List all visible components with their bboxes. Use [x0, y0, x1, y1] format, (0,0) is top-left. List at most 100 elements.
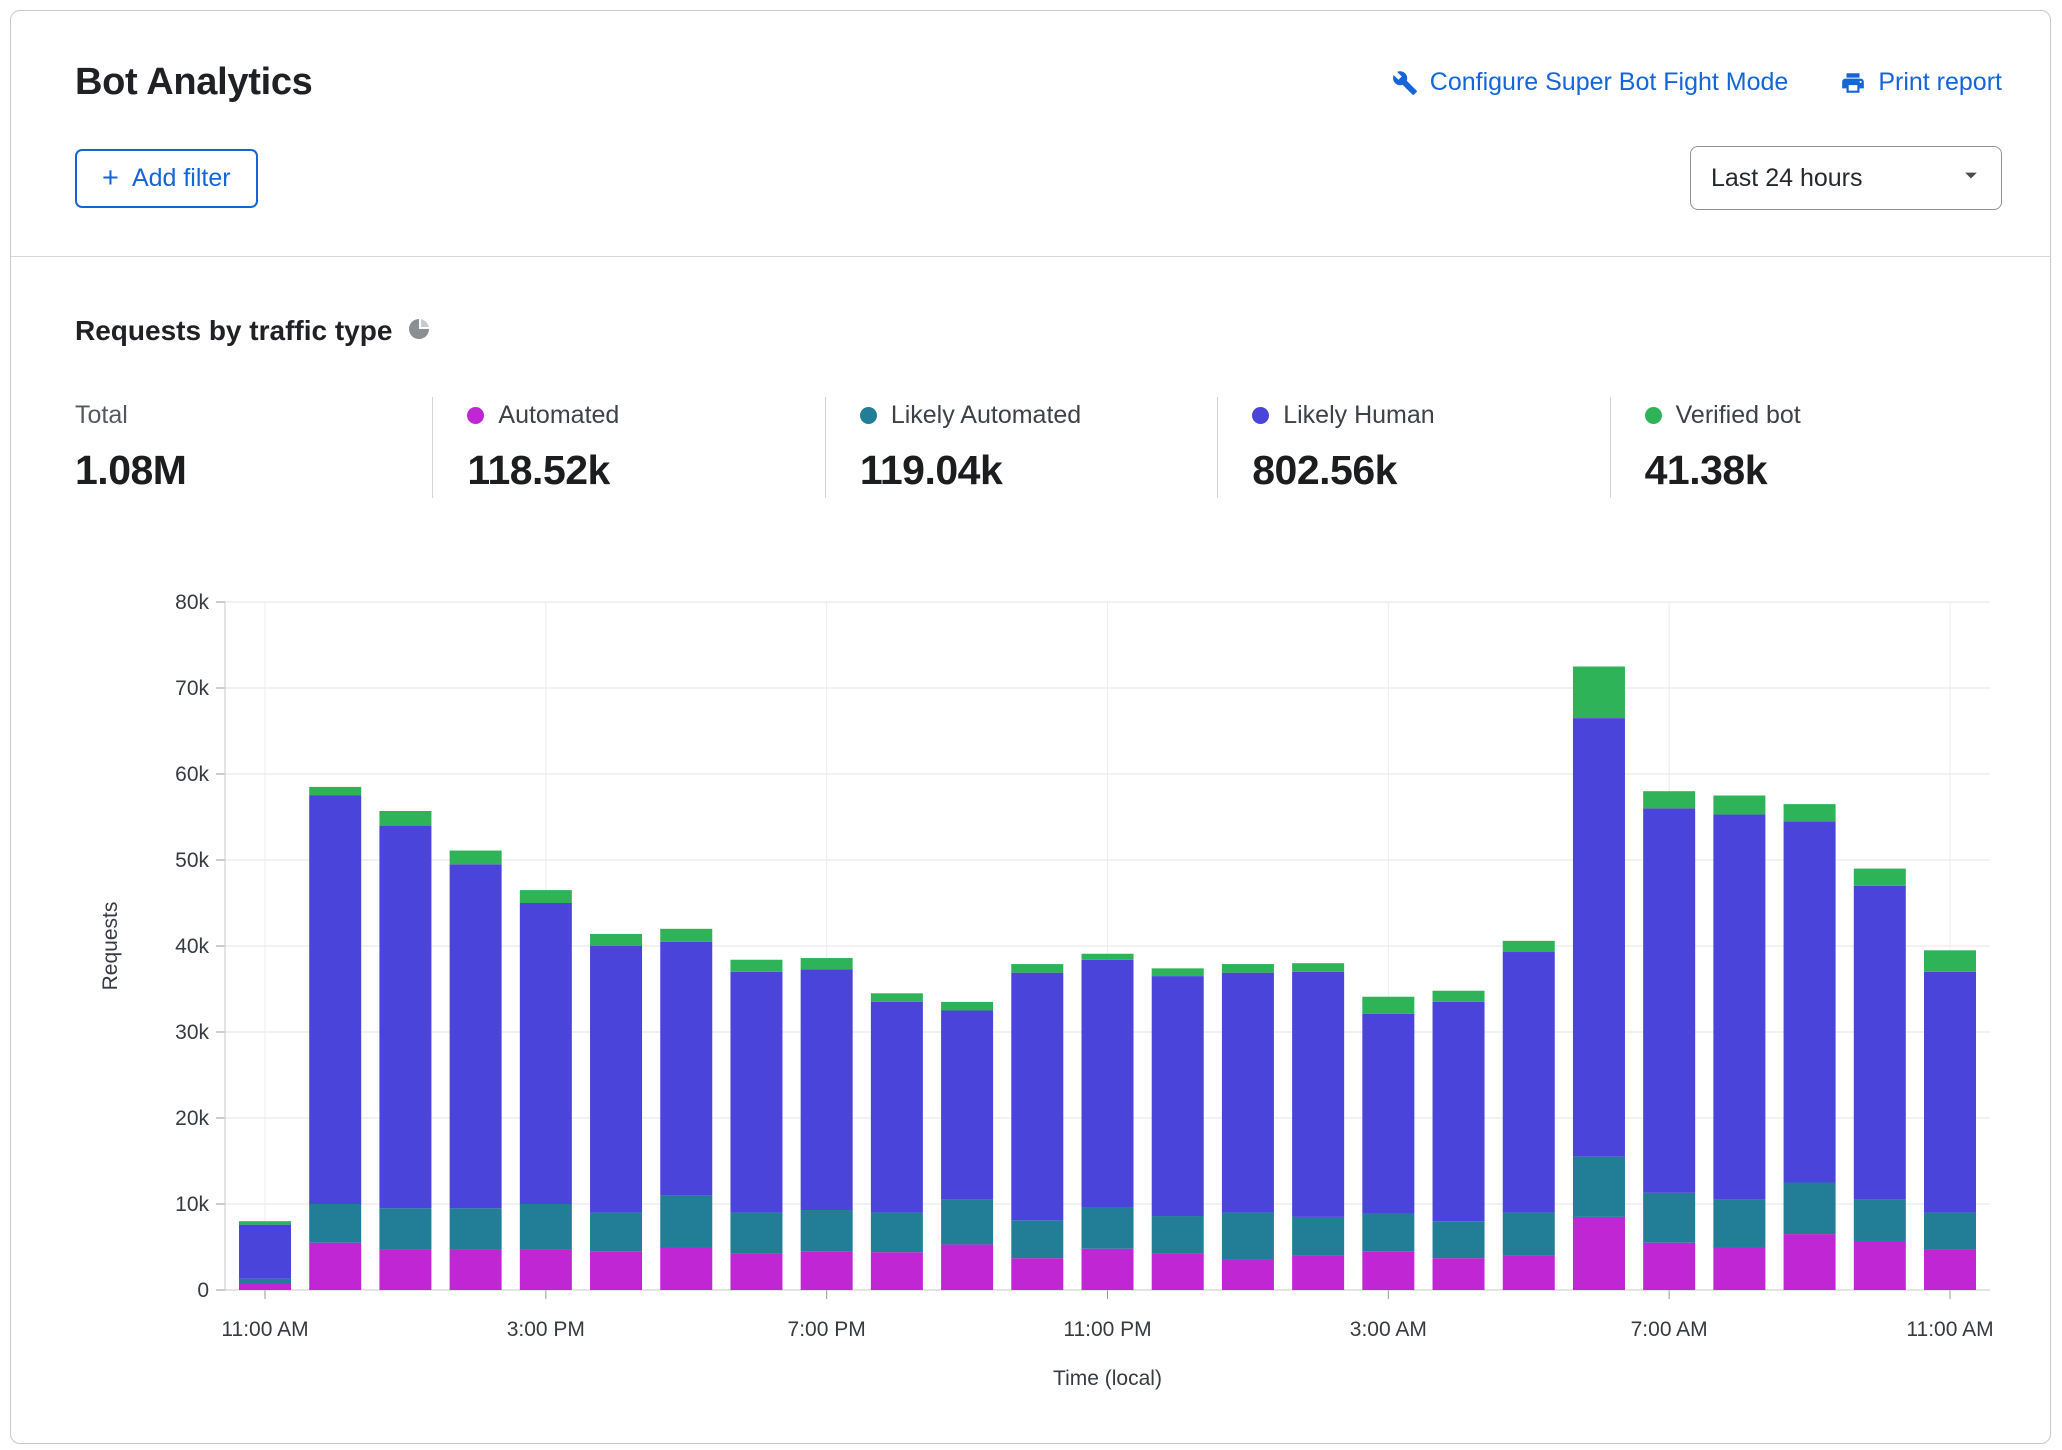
bar-segment [1573, 718, 1625, 1157]
bar-segment [590, 946, 642, 1213]
print-report-link[interactable]: Print report [1840, 68, 2002, 97]
bar-segment [730, 1213, 782, 1254]
bar-segment [1503, 1213, 1555, 1256]
page-title: Bot Analytics [75, 61, 313, 104]
bar-segment [1643, 791, 1695, 808]
bar-segment [450, 1250, 502, 1290]
automated-legend-dot [467, 407, 484, 424]
bar-segment [871, 1213, 923, 1253]
wrench-icon [1392, 70, 1418, 96]
bar-segment [941, 1011, 993, 1200]
stat-verified-bot-label: Verified bot [1676, 401, 1801, 430]
bar-segment [1784, 804, 1836, 821]
bar-segment [730, 960, 782, 972]
svg-text:10k: 10k [175, 1193, 209, 1216]
svg-text:11:00 AM: 11:00 AM [1906, 1318, 1993, 1341]
panel-header: Bot Analytics Configure Super Bot Fight … [11, 11, 2050, 257]
bar-segment [1362, 997, 1414, 1014]
bar-segment [1643, 1193, 1695, 1243]
bar-segment [1222, 964, 1274, 973]
stat-automated[interactable]: Automated 118.52k [432, 397, 824, 498]
bar-segment [1082, 1207, 1134, 1248]
add-filter-button[interactable]: + Add filter [75, 149, 258, 208]
bar-segment [1152, 976, 1204, 1216]
bar-segment [660, 929, 712, 942]
stat-automated-label: Automated [498, 401, 619, 430]
pie-chart-icon [407, 317, 431, 346]
svg-text:80k: 80k [175, 591, 209, 614]
bar-segment [1854, 869, 1906, 886]
bar-segment [1152, 1254, 1204, 1290]
stat-automated-value: 118.52k [467, 447, 824, 494]
svg-text:3:00 PM: 3:00 PM [507, 1318, 585, 1341]
stat-total-label: Total [75, 401, 432, 430]
bar-segment [1433, 1258, 1485, 1290]
configure-link-label: Configure Super Bot Fight Mode [1430, 68, 1789, 97]
bar-segment [1362, 1251, 1414, 1290]
svg-text:40k: 40k [175, 935, 209, 958]
bar-segment [871, 993, 923, 1002]
bar-segment [660, 1195, 712, 1247]
bar-segment [1924, 950, 1976, 972]
add-filter-label: Add filter [132, 164, 231, 193]
traffic-type-stats: Total 1.08M Automated 118.52k Likely Aut… [75, 397, 2002, 498]
bar-segment [239, 1221, 291, 1224]
traffic-chart: 010k20k30k40k50k60k70k80k11:00 AM3:00 PM… [75, 562, 2005, 1392]
plus-icon: + [102, 164, 119, 193]
svg-text:3:00 AM: 3:00 AM [1350, 1318, 1427, 1341]
bar-segment [309, 1243, 361, 1290]
bar-segment [1011, 1258, 1063, 1290]
stat-likely-human-value: 802.56k [1252, 447, 1609, 494]
verified-bot-legend-dot [1645, 407, 1662, 424]
svg-text:11:00 PM: 11:00 PM [1063, 1318, 1151, 1341]
bot-analytics-panel: Bot Analytics Configure Super Bot Fight … [10, 10, 2051, 1444]
bar-segment [1222, 973, 1274, 1213]
bar-segment [871, 1252, 923, 1290]
svg-text:70k: 70k [175, 677, 209, 700]
bar-segment [660, 1247, 712, 1290]
time-range-select[interactable]: Last 24 hours [1690, 146, 2002, 210]
bar-segment [1924, 1250, 1976, 1290]
stat-likely-automated-value: 119.04k [860, 447, 1217, 494]
bar-segment [520, 1204, 572, 1250]
bar-segment [239, 1279, 291, 1284]
bar-segment [1573, 667, 1625, 719]
bar-segment [1503, 941, 1555, 952]
bar-segment [801, 969, 853, 1210]
stat-likely-automated-label: Likely Automated [891, 401, 1081, 430]
bar-segment [801, 958, 853, 969]
bar-segment [1924, 1213, 1976, 1250]
bar-segment [1152, 1216, 1204, 1254]
bar-segment [590, 1251, 642, 1290]
panel-body: Requests by traffic type Total 1.08M Aut… [11, 257, 2050, 1397]
bar-segment [1854, 1200, 1906, 1241]
bar-segment [941, 1244, 993, 1290]
print-report-label: Print report [1878, 68, 2002, 97]
bar-segment [1713, 814, 1765, 1199]
bar-segment [1222, 1213, 1274, 1259]
bar-segment [520, 903, 572, 1204]
bar-segment [1713, 796, 1765, 815]
bar-segment [1784, 1234, 1836, 1290]
likely-automated-legend-dot [860, 407, 877, 424]
bar-segment [309, 796, 361, 1205]
bar-segment [871, 1002, 923, 1213]
bar-segment [1292, 1217, 1344, 1256]
chart-container: 010k20k30k40k50k60k70k80k11:00 AM3:00 PM… [75, 562, 2002, 1397]
bar-segment [1573, 1217, 1625, 1290]
bar-segment [379, 826, 431, 1209]
bar-segment [660, 942, 712, 1196]
bar-segment [1713, 1247, 1765, 1290]
bar-segment [1854, 1241, 1906, 1290]
stat-likely-human[interactable]: Likely Human 802.56k [1217, 397, 1609, 498]
stat-verified-bot[interactable]: Verified bot 41.38k [1610, 397, 2002, 498]
bar-segment [590, 934, 642, 946]
bar-segment [1292, 972, 1344, 1217]
bar-segment [730, 972, 782, 1213]
bar-segment [1082, 954, 1134, 960]
bar-segment [1152, 968, 1204, 976]
bar-segment [1433, 1002, 1485, 1221]
stat-likely-automated[interactable]: Likely Automated 119.04k [825, 397, 1217, 498]
configure-super-bot-fight-mode-link[interactable]: Configure Super Bot Fight Mode [1392, 68, 1789, 97]
bar-segment [520, 890, 572, 903]
